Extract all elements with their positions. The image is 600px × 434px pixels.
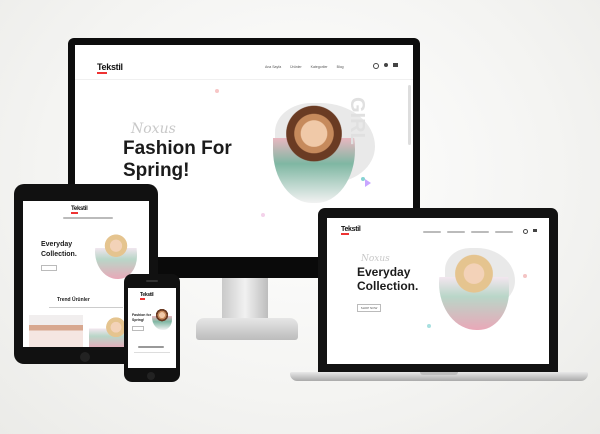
hero-title-line1: Everyday <box>41 241 73 248</box>
nav-item-home[interactable]: Ana Sayfa <box>265 65 281 69</box>
header-divider <box>75 79 413 80</box>
monitor-stand-base <box>196 318 298 340</box>
hero-title-line2: Collection. <box>41 251 77 258</box>
hero-script-word: Noxus <box>361 254 390 264</box>
phone-speaker <box>146 280 158 282</box>
hero-title-line2: Spring! <box>132 318 145 322</box>
nav-item[interactable] <box>423 231 441 233</box>
nav-item[interactable] <box>447 231 465 233</box>
user-icon[interactable] <box>384 63 388 67</box>
hero-title-line1: Fashion For <box>123 138 232 159</box>
play-icon <box>365 179 371 187</box>
phone-home-button <box>147 372 155 380</box>
top-nav: Ana Sayfa Ürünler Kategoriler Blog <box>265 65 344 69</box>
search-icon[interactable] <box>373 63 379 69</box>
phone: Tekstil Fashion for Spring! <box>124 274 180 382</box>
nav-item-products[interactable]: Ürünler <box>290 65 301 69</box>
hero-model-image <box>95 227 137 279</box>
brand-logo[interactable]: Tekstil <box>341 226 361 235</box>
hero-model-image <box>273 91 355 203</box>
nav-item[interactable] <box>471 231 489 233</box>
cart-icon[interactable] <box>533 229 537 232</box>
decor-dot <box>427 324 431 328</box>
decor-dot <box>215 89 219 93</box>
hero-title-line2: Spring! <box>123 160 190 181</box>
section-title: Trend Ürünler <box>57 297 90 303</box>
shop-now-button[interactable] <box>132 326 144 331</box>
tablet-home-button <box>80 352 90 362</box>
product-card-image[interactable] <box>29 315 83 347</box>
section-tabs[interactable] <box>49 307 123 311</box>
hero-title-line2: Collection. <box>357 279 419 293</box>
brand-logo[interactable]: Tekstil <box>140 292 154 300</box>
hero-script-word: Noxus <box>131 121 176 137</box>
devices-mockup: { "brand": { "name": "Tekstil" }, "monit… <box>0 0 600 434</box>
hero-model-image <box>152 306 172 330</box>
decor-dot <box>261 213 265 217</box>
nav-item-blog[interactable]: Blog <box>337 65 344 69</box>
laptop: Tekstil Noxus Everyday Collection. SHOP … <box>318 208 558 373</box>
header-icons <box>373 63 398 69</box>
search-icon[interactable] <box>523 229 528 234</box>
hero-title-line1: Everyday <box>357 265 411 279</box>
shop-now-button[interactable] <box>41 265 57 271</box>
brand-logo[interactable]: Tekstil <box>71 206 88 214</box>
laptop-notch <box>420 372 458 375</box>
brand-logo[interactable]: Tekstil <box>97 62 123 74</box>
nav-item[interactable] <box>495 231 513 233</box>
phone-screen: Tekstil Fashion for Spring! <box>128 288 176 368</box>
hero-model-image <box>439 242 509 330</box>
cart-icon[interactable] <box>393 63 398 67</box>
nav-bar[interactable] <box>63 217 113 219</box>
nav-item-categories[interactable]: Kategoriler <box>311 65 328 69</box>
laptop-screen: Tekstil Noxus Everyday Collection. SHOP … <box>327 218 549 364</box>
shop-now-button[interactable]: SHOP NOW <box>357 304 381 312</box>
section-tabs[interactable] <box>134 352 170 356</box>
hero-side-text: GIRL <box>346 97 368 145</box>
monitor-stand-neck <box>222 278 268 320</box>
section-title <box>138 346 164 348</box>
scrollbar[interactable] <box>408 85 411 145</box>
decor-dot <box>523 274 527 278</box>
